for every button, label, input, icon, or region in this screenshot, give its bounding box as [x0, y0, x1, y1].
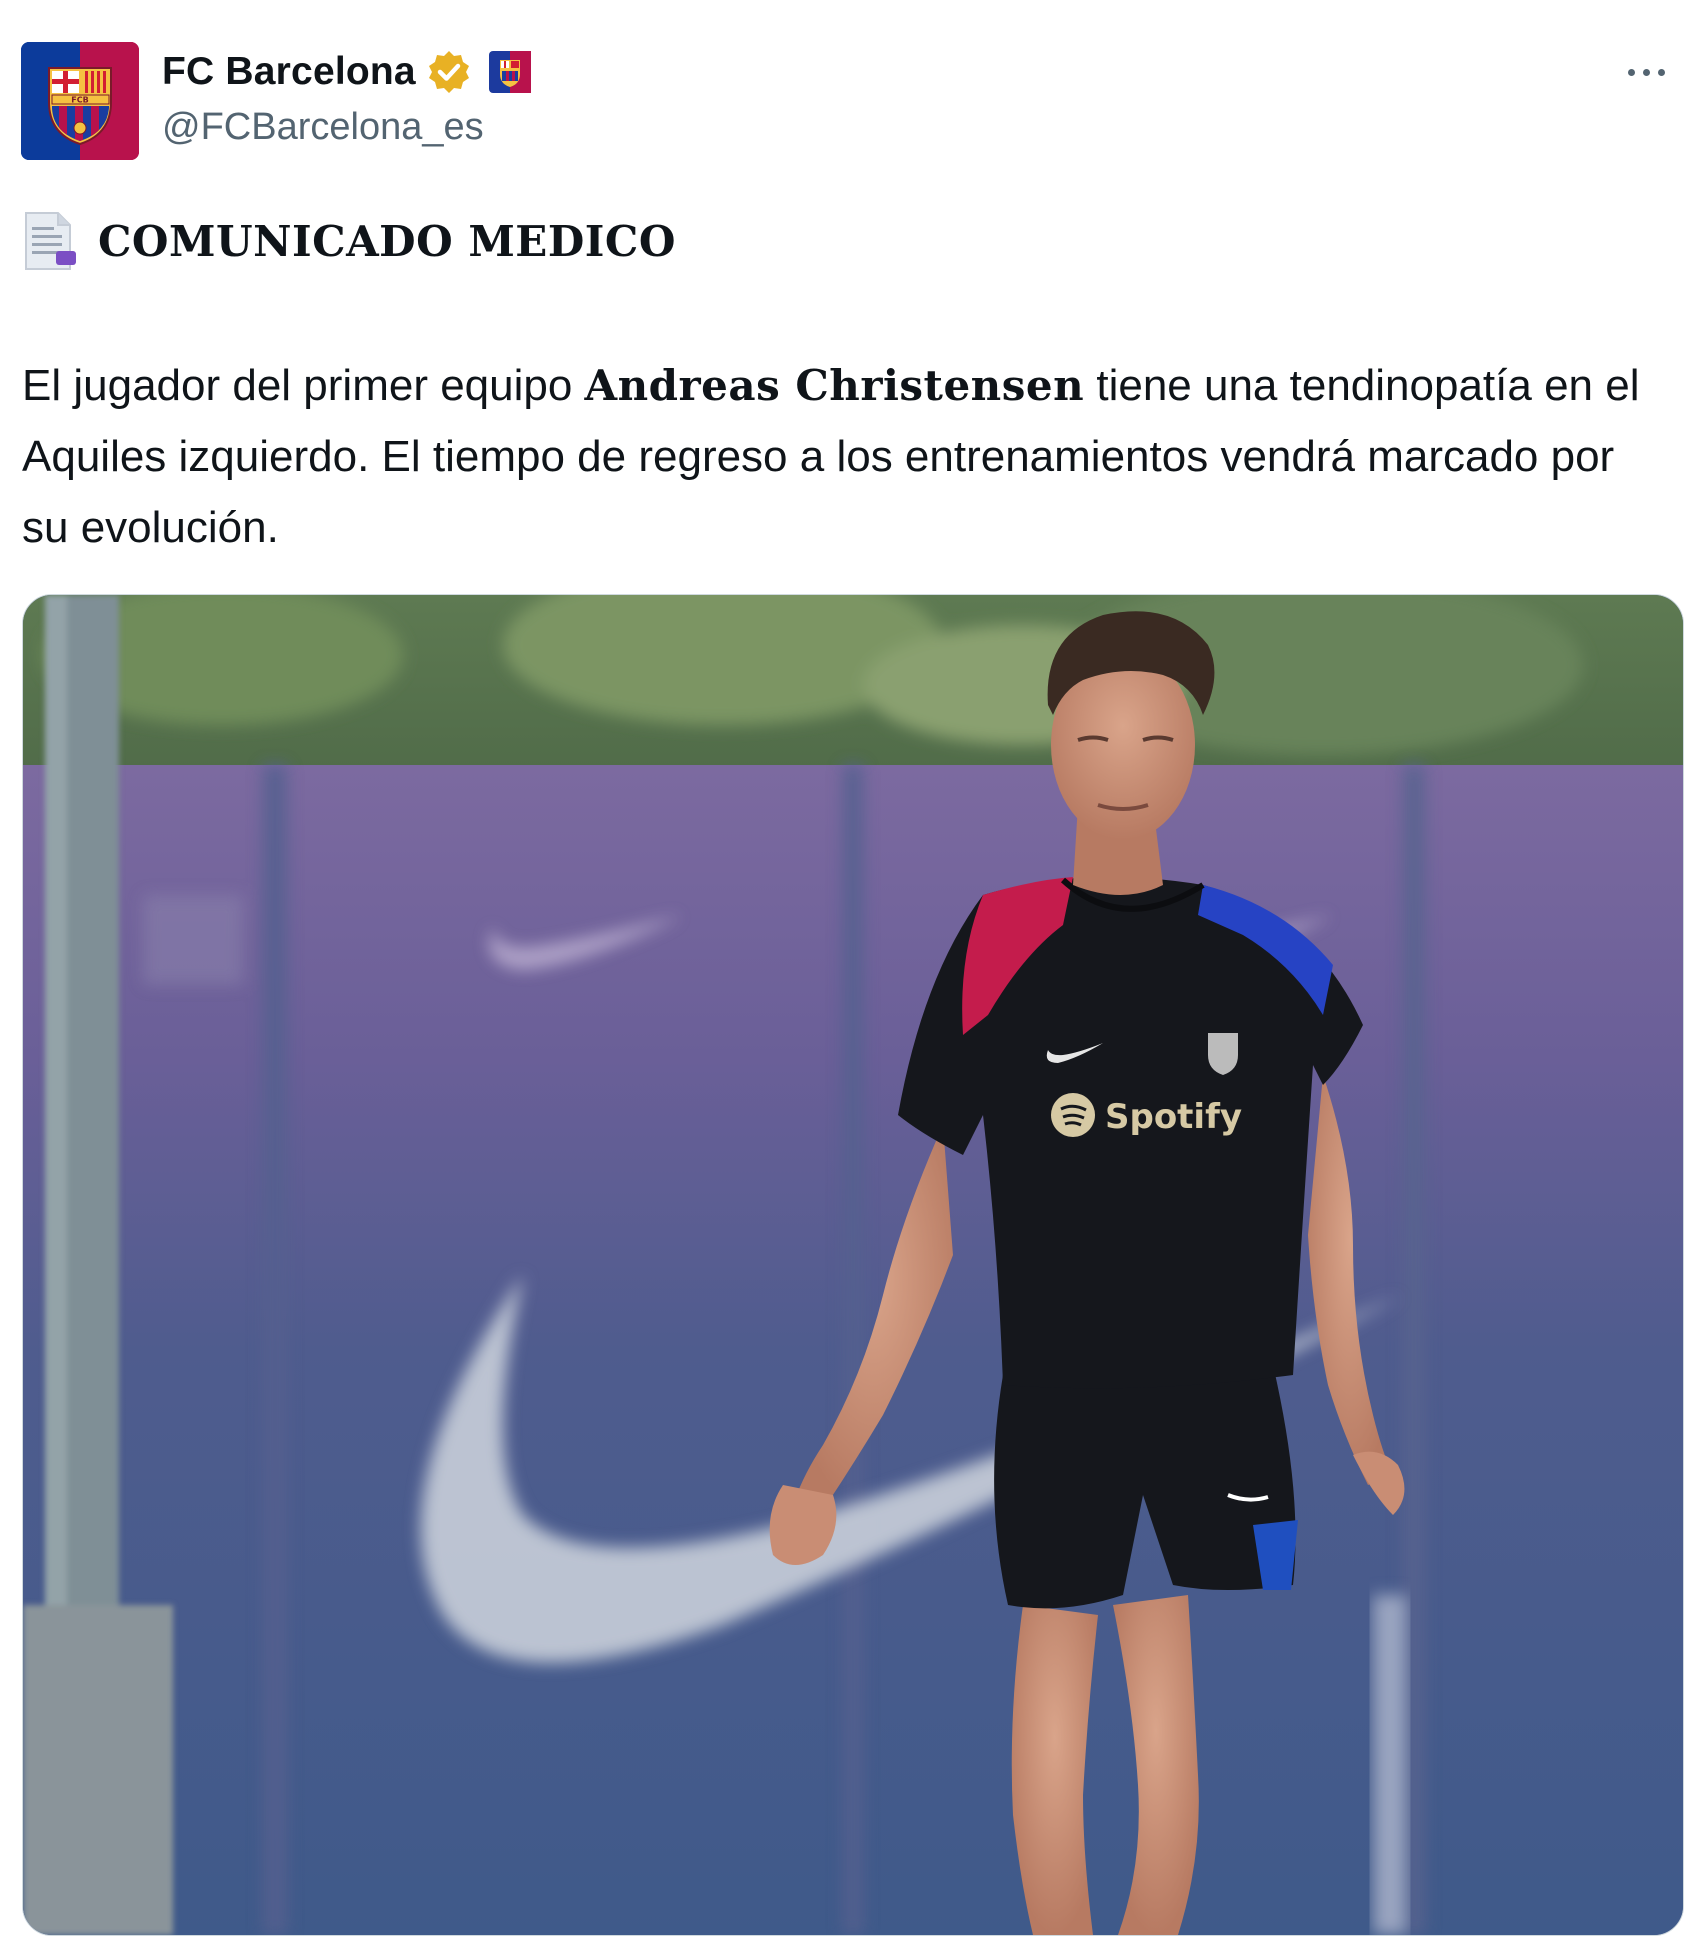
post-body-bold-name: Andreas Christensen [584, 361, 1085, 410]
verified-badge-icon[interactable] [426, 49, 472, 95]
more-options-icon-dot [1657, 68, 1665, 76]
fcb-flag-icon [488, 50, 532, 94]
author-name-row: FC Barcelona [162, 44, 532, 100]
post-body: El jugador del primer equipo Andreas Chr… [22, 350, 1662, 563]
more-options-button[interactable] [1616, 50, 1676, 94]
more-options-icon [1627, 68, 1635, 76]
tweet: FCB FC Barcelona @FCBarcelona_es COMUNIC… [0, 0, 1706, 1936]
fcb-crest-icon: FCB [21, 42, 139, 160]
post-headline: COMUNICADO MEDICO [98, 216, 676, 266]
author-handle[interactable]: @FCBarcelona_es [162, 106, 484, 149]
training-photo-image: Spotify [23, 595, 1683, 1935]
display-name[interactable]: FC Barcelona [162, 50, 416, 94]
avatar[interactable]: FCB [21, 42, 139, 160]
shirt-sponsor-text: Spotify [1105, 1097, 1242, 1137]
svg-text:FCB: FCB [71, 96, 88, 105]
post-body-text: El jugador del primer equipo [22, 361, 585, 410]
post-photo[interactable]: Spotify [22, 594, 1684, 1936]
page-facing-up-icon [22, 211, 78, 271]
post-headline-row: COMUNICADO MEDICO [22, 210, 676, 272]
more-options-icon-dot [1642, 68, 1650, 76]
